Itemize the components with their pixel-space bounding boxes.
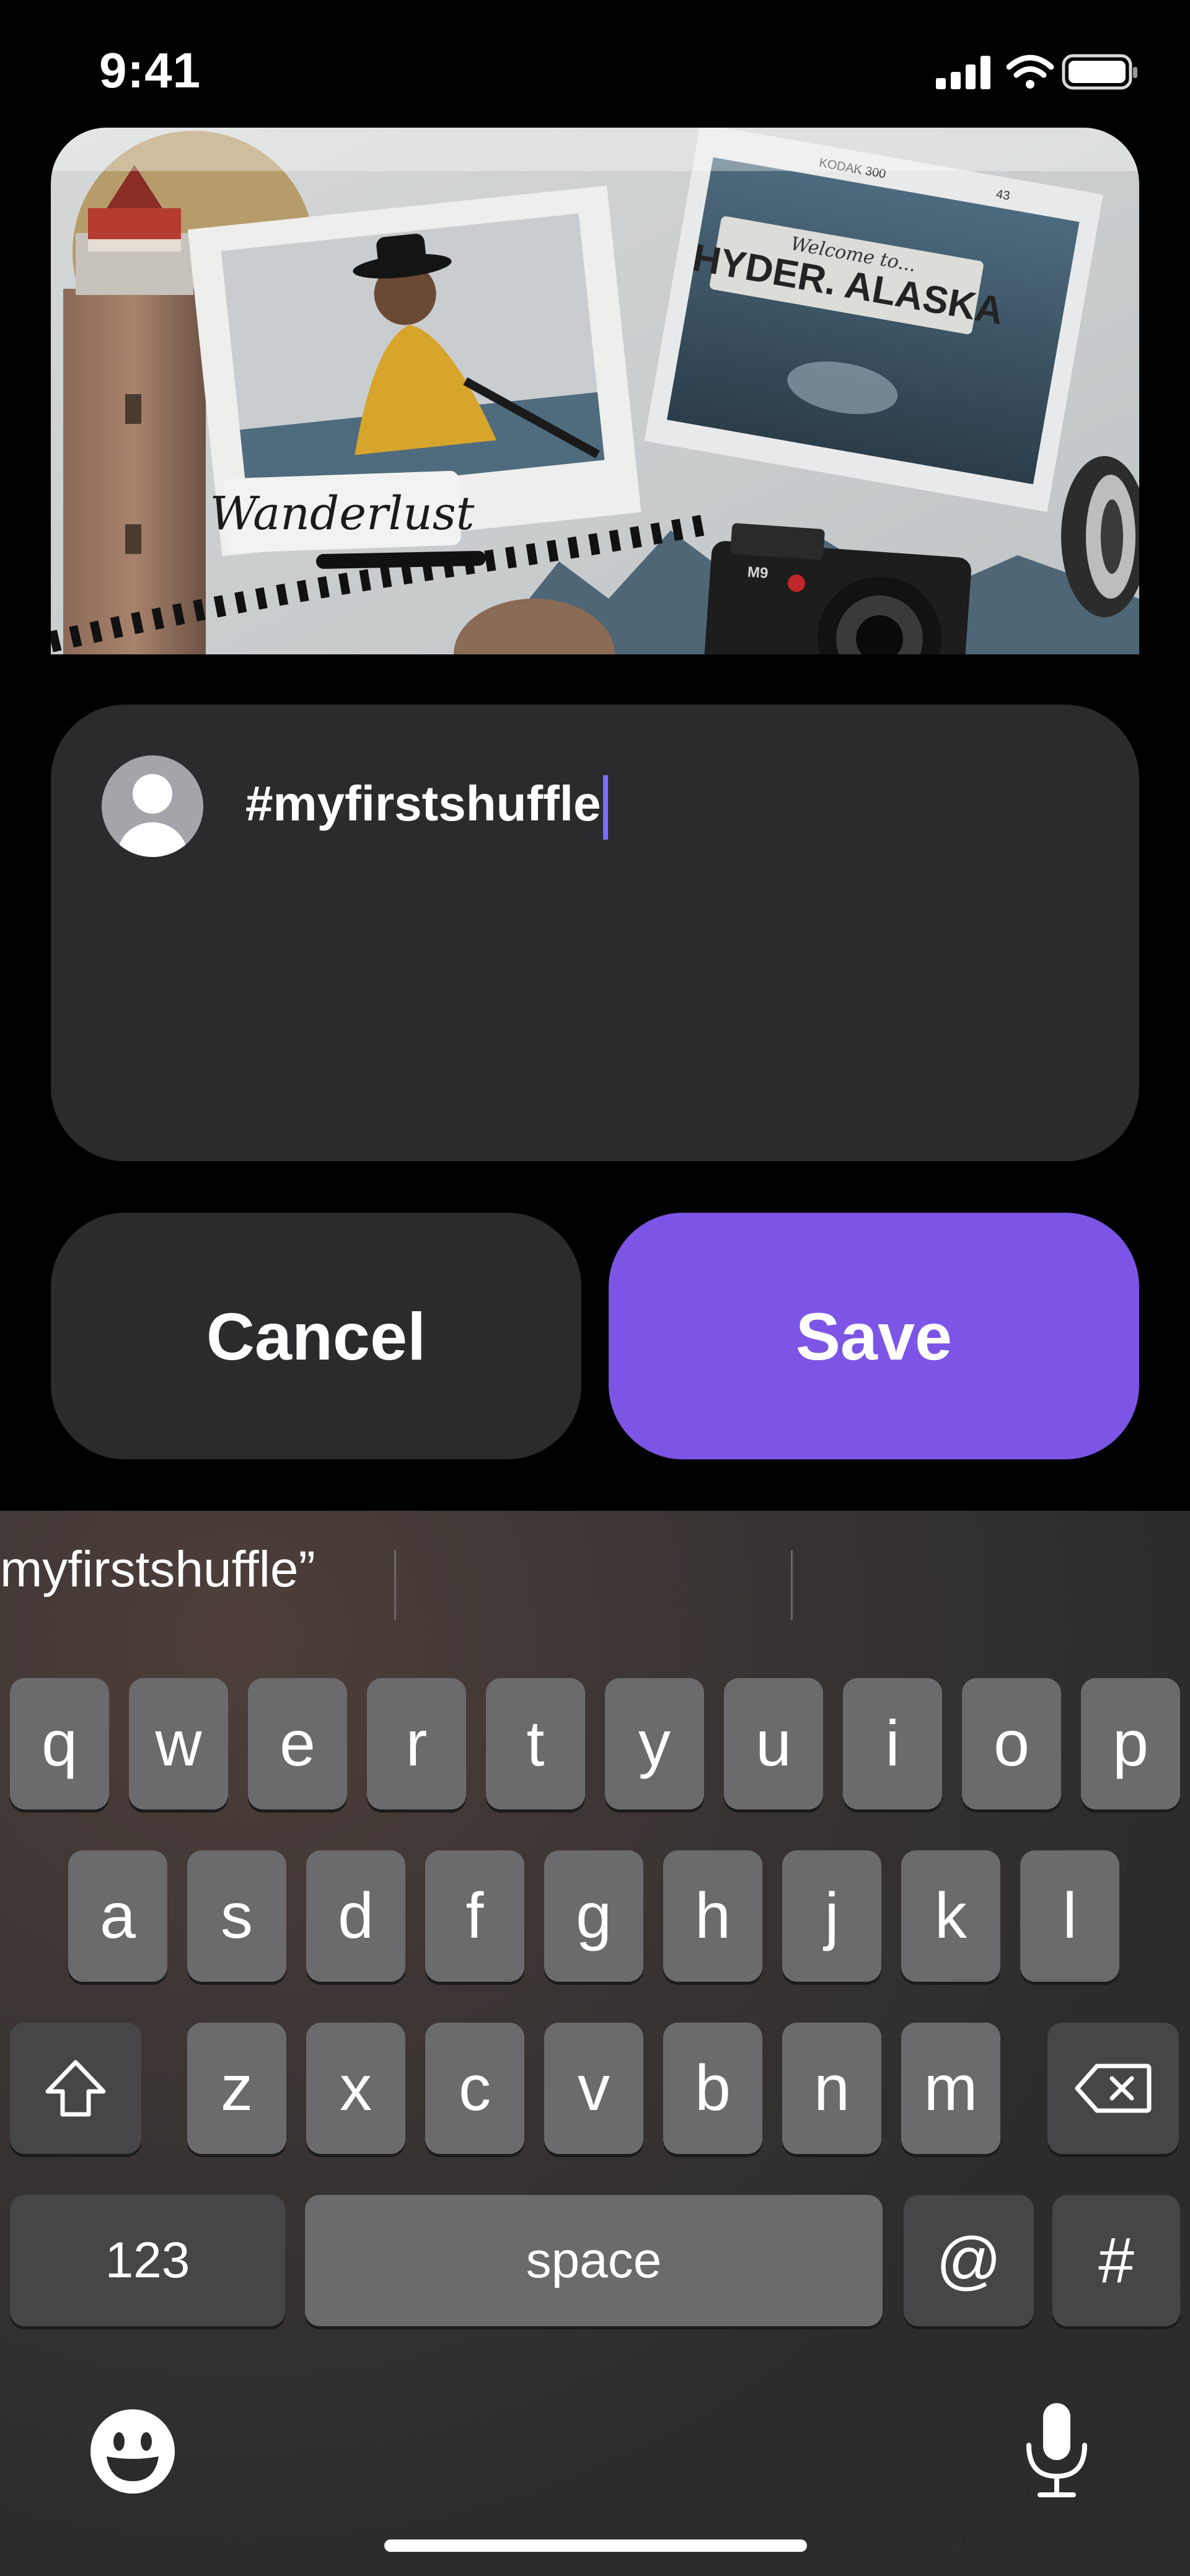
svg-text:43: 43 (995, 187, 1011, 203)
key-q[interactable]: q (10, 1678, 109, 1809)
key-v[interactable]: v (544, 2023, 643, 2154)
at-key[interactable]: @ (904, 2195, 1034, 2326)
key-i[interactable]: i (843, 1678, 942, 1809)
keyboard: myfirstshuffle” q w e r t y u i o p a s … (0, 1511, 1190, 2576)
key-n[interactable]: n (782, 2023, 881, 2154)
emoji-icon (90, 2409, 175, 2494)
status-bar: 9:41 (0, 0, 1190, 124)
key-k[interactable]: k (901, 1850, 1000, 1982)
shift-icon (45, 2060, 106, 2117)
caption-composer[interactable]: #myfirstshuffle (51, 705, 1139, 1161)
wifi-icon (1006, 55, 1054, 89)
key-o[interactable]: o (962, 1678, 1061, 1809)
status-icons (936, 53, 1140, 94)
suggestion-bar: myfirstshuffle” (0, 1511, 1190, 1635)
key-b[interactable]: b (663, 2023, 762, 2154)
key-p[interactable]: p (1081, 1678, 1180, 1809)
svg-text:Wanderlust: Wanderlust (210, 487, 475, 540)
battery-icon (1062, 54, 1137, 90)
key-e[interactable]: e (248, 1678, 347, 1809)
key-d[interactable]: d (306, 1850, 405, 1982)
key-s[interactable]: s (187, 1850, 286, 1982)
collage-preview-image: Wanderlust KODAK 300 43 Welcome to... HY… (51, 128, 1139, 654)
space-key[interactable]: space (305, 2195, 883, 2326)
key-z[interactable]: z (187, 2023, 286, 2154)
key-u[interactable]: u (724, 1678, 823, 1809)
delete-icon (1075, 2064, 1152, 2113)
emoji-button[interactable] (89, 2408, 176, 2495)
key-f[interactable]: f (425, 1850, 524, 1982)
suggestion-divider (394, 1550, 396, 1620)
key-j[interactable]: j (782, 1850, 881, 1982)
text-cursor (603, 775, 609, 840)
key-t[interactable]: t (486, 1678, 585, 1809)
suggestion-item[interactable]: myfirstshuffle” (0, 1541, 315, 1599)
numbers-key[interactable]: 123 (10, 2195, 285, 2326)
caption-input[interactable]: #myfirstshuffle (245, 773, 609, 840)
key-l[interactable]: l (1020, 1850, 1119, 1982)
shift-key[interactable] (10, 2023, 141, 2154)
key-y[interactable]: y (605, 1678, 704, 1809)
save-button[interactable]: Save (609, 1213, 1139, 1459)
key-c[interactable]: c (425, 2023, 524, 2154)
hash-key[interactable]: # (1052, 2195, 1180, 2326)
svg-text:M9: M9 (747, 564, 769, 582)
key-x[interactable]: x (306, 2023, 405, 2154)
lighthouse-graphic (63, 165, 206, 654)
key-w[interactable]: w (129, 1678, 228, 1809)
key-r[interactable]: r (367, 1678, 466, 1809)
key-a[interactable]: a (68, 1850, 167, 1982)
key-h[interactable]: h (663, 1850, 762, 1982)
cellular-signal-icon (936, 56, 990, 89)
home-indicator[interactable] (384, 2539, 807, 2552)
user-avatar-icon (102, 755, 203, 857)
suggestion-divider (791, 1550, 793, 1620)
dictation-button[interactable] (1023, 2401, 1091, 2500)
microphone-icon (1026, 2403, 1087, 2497)
key-m[interactable]: m (901, 2023, 1000, 2154)
caption-input-value: #myfirstshuffle (245, 776, 601, 831)
delete-key[interactable] (1047, 2023, 1179, 2154)
status-time: 9:41 (99, 43, 201, 98)
cancel-button[interactable]: Cancel (51, 1213, 581, 1459)
key-g[interactable]: g (544, 1850, 643, 1982)
